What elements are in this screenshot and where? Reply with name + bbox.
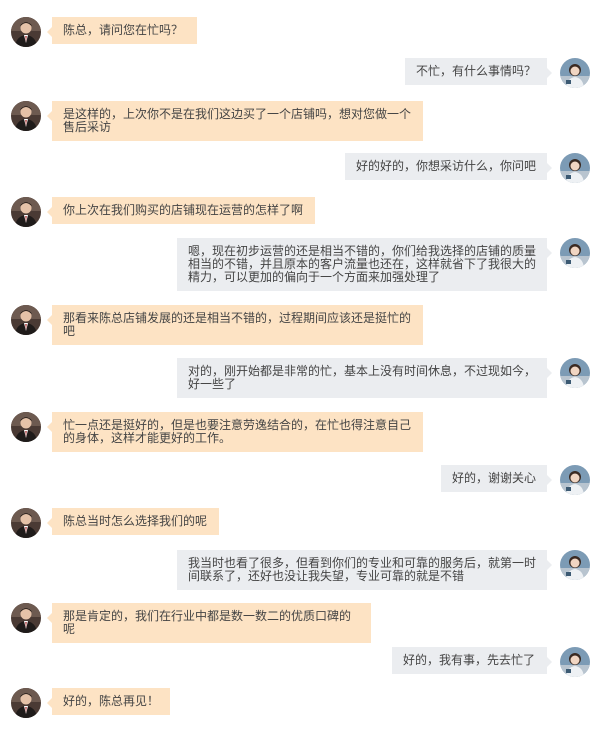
woman-portrait-avatar-icon xyxy=(560,647,590,677)
message-bubble: 忙一点还是挺好的，但是也要注意劳逸结合的，在忙也得注意自己的身体，这样才能更好的… xyxy=(47,412,423,452)
woman-portrait-avatar-icon xyxy=(560,58,590,88)
message-bubble: 你上次在我们购买的店铺现在运营的怎样了啊 xyxy=(47,197,315,224)
woman-portrait-avatar-icon xyxy=(560,550,590,580)
man-in-suit-avatar-icon xyxy=(11,197,41,227)
message-bubble: 好的好的，你想采访什么，你问吧 xyxy=(345,153,552,180)
message-bubble: 好的，我有事，先去忙了 xyxy=(392,647,552,674)
man-in-suit-avatar-icon xyxy=(11,603,41,633)
woman-portrait-avatar-icon xyxy=(560,153,590,183)
message-bubble: 对的，刚开始都是非常的忙，基本上没有时间休息，不过现如今，好一些了 xyxy=(177,358,552,398)
message-bubble: 我当时也看了很多，但看到你们的专业和可靠的服务后，就第一时间联系了，还好也没让我… xyxy=(177,550,552,590)
man-in-suit-avatar-icon xyxy=(11,101,41,131)
man-in-suit-avatar-icon xyxy=(11,688,41,718)
man-in-suit-avatar-icon xyxy=(11,412,41,442)
message-bubble: 嗯，现在初步运营的还是相当不错的，你们给我选择的店铺的质量相当的不错，并且原本的… xyxy=(177,238,552,291)
message-bubble: 陈总，请问您在忙吗？ xyxy=(47,17,197,44)
man-in-suit-avatar-icon xyxy=(11,305,41,335)
message-bubble: 是这样的，上次你不是在我们这边买了一个店铺吗，想对您做一个售后采访 xyxy=(47,101,423,141)
message-bubble: 好的，谢谢关心 xyxy=(441,465,552,492)
chat-conversation: 陈总，请问您在忙吗？ 不忙，有什么事情吗？ 是这样的，上次你不是在我们这边买了一个店… xyxy=(0,0,601,734)
message-bubble: 那看来陈总店铺发展的还是相当不错的，过程期间应该还是挺忙的吧 xyxy=(47,305,423,345)
woman-portrait-avatar-icon xyxy=(560,465,590,495)
message-bubble: 好的，陈总再见！ xyxy=(47,688,170,715)
man-in-suit-avatar-icon xyxy=(11,17,41,47)
man-in-suit-avatar-icon xyxy=(11,508,41,538)
message-bubble: 陈总当时怎么选择我们的呢 xyxy=(47,508,219,535)
message-bubble: 不忙，有什么事情吗？ xyxy=(405,58,552,85)
message-bubble: 那是肯定的，我们在行业中都是数一数二的优质口碑的呢 xyxy=(47,603,371,643)
woman-portrait-avatar-icon xyxy=(560,358,590,388)
woman-portrait-avatar-icon xyxy=(560,238,590,268)
